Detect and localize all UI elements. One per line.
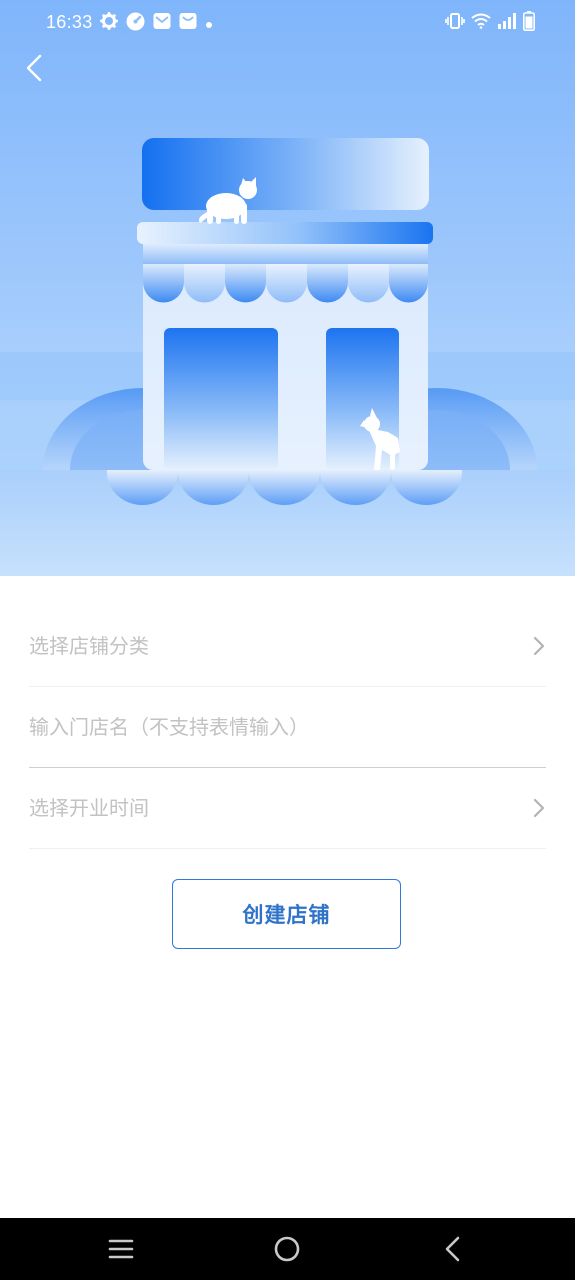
dot-icon: [205, 14, 213, 33]
chevron-left-icon: [26, 54, 42, 82]
settings-icon: [100, 12, 118, 34]
system-nav-bar: [0, 1218, 575, 1280]
mail-icon: [153, 12, 171, 34]
shopping-bag-icon: [179, 12, 197, 34]
create-store-form: 选择店铺分类 选择开业时间: [29, 606, 546, 849]
hero-banner: 16:33: [0, 0, 575, 576]
speedometer-icon: [126, 12, 145, 35]
store-name-row: [29, 687, 546, 768]
menu-button[interactable]: [101, 1232, 141, 1266]
back-button[interactable]: [14, 48, 54, 88]
system-back-button[interactable]: [433, 1232, 473, 1266]
open-time-label: 选择开业时间: [29, 796, 149, 820]
chevron-right-icon: [533, 636, 545, 656]
battery-icon: [523, 11, 535, 35]
create-store-screen: 16:33 选择店铺分类 输入门店名（不支持表情输入） 选择开业时间 创建店铺: [0, 0, 575, 1280]
vibrate-icon: [445, 13, 465, 33]
store-category-label: 选择店铺分类: [29, 634, 149, 658]
wifi-icon: [471, 13, 491, 33]
status-right-icons: [439, 11, 535, 35]
store-category-selector[interactable]: 选择店铺分类: [29, 606, 546, 687]
open-time-selector[interactable]: 选择开业时间: [29, 768, 546, 849]
base-scallops: [107, 470, 462, 506]
menu-icon: [108, 1239, 134, 1259]
chevron-right-icon: [533, 798, 545, 818]
home-button[interactable]: [267, 1232, 307, 1266]
cellular-signal-icon: [497, 13, 517, 33]
status-time: 16:33: [46, 12, 93, 32]
store-name-input[interactable]: [29, 709, 529, 745]
status-left-icons: [100, 12, 221, 34]
home-circle-icon: [274, 1236, 300, 1262]
storefront-illustration: [0, 138, 575, 576]
create-store-button[interactable]: 创建店铺: [172, 879, 401, 949]
status-bar: 16:33: [0, 0, 575, 48]
back-triangle-icon: [445, 1236, 460, 1262]
